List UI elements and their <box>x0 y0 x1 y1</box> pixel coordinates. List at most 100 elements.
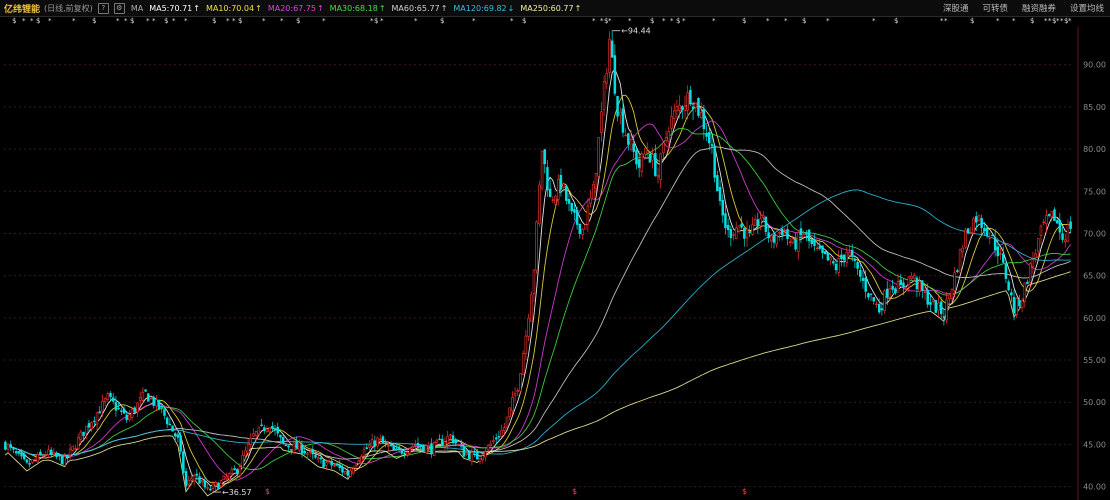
candle-body[interactable] <box>438 438 441 441</box>
candle-body[interactable] <box>923 291 927 293</box>
candle-body[interactable] <box>556 178 560 200</box>
candle-body[interactable] <box>519 373 522 392</box>
candle-body[interactable] <box>168 423 172 426</box>
candle-body[interactable] <box>1055 220 1059 224</box>
candle-body[interactable] <box>44 454 48 456</box>
candle-body[interactable] <box>211 483 215 489</box>
candle-body[interactable] <box>939 301 943 315</box>
candle-body[interactable] <box>484 451 487 458</box>
candle-body[interactable] <box>859 269 862 277</box>
candle-body[interactable] <box>227 473 231 480</box>
candle-body[interactable] <box>1018 300 1021 307</box>
candle-body[interactable] <box>492 440 495 443</box>
event-mark[interactable]: * <box>472 17 476 25</box>
candle-body[interactable] <box>20 452 23 457</box>
candle-body[interactable] <box>699 112 703 119</box>
candle-body[interactable] <box>791 238 795 243</box>
candle-body[interactable] <box>427 445 431 447</box>
candle-body[interactable] <box>945 299 948 321</box>
candle-body[interactable] <box>322 460 325 468</box>
candle-body[interactable] <box>759 218 762 227</box>
candle-body[interactable] <box>246 443 250 454</box>
candle-body[interactable] <box>176 434 180 438</box>
stock-name[interactable]: 亿纬锂能 <box>4 2 40 15</box>
candle-body[interactable] <box>834 263 838 271</box>
candle-body[interactable] <box>271 425 274 429</box>
candle-body[interactable] <box>991 234 994 237</box>
candle-body[interactable] <box>244 450 247 457</box>
event-mark[interactable]: $ <box>802 17 806 25</box>
candle-body[interactable] <box>333 465 336 467</box>
candle-body[interactable] <box>912 275 916 279</box>
candle-body[interactable] <box>494 437 498 440</box>
candle-body[interactable] <box>373 440 377 447</box>
event-mark[interactable]: * <box>226 17 230 25</box>
header-link-0[interactable]: 深股通 <box>943 2 969 14</box>
candle-body[interactable] <box>171 425 174 432</box>
candle-body[interactable] <box>174 433 177 437</box>
candle-body[interactable] <box>910 275 913 279</box>
bottom-mark[interactable]: $ <box>742 487 747 496</box>
candle-body[interactable] <box>462 445 466 457</box>
candle-body[interactable] <box>179 435 182 452</box>
candle-body[interactable] <box>527 317 530 337</box>
event-mark[interactable]: * <box>944 17 948 25</box>
candle-body[interactable] <box>697 98 700 116</box>
candle-body[interactable] <box>298 442 301 451</box>
candle-body[interactable] <box>25 459 29 463</box>
candle-body[interactable] <box>60 456 64 465</box>
candle-body[interactable] <box>203 480 207 488</box>
candle-body[interactable] <box>840 254 843 260</box>
candle-body[interactable] <box>880 308 884 311</box>
candle-body[interactable] <box>985 227 989 237</box>
candle-body[interactable] <box>721 200 724 216</box>
candle-body[interactable] <box>767 232 770 239</box>
candle-body[interactable] <box>71 445 75 451</box>
candle-body[interactable] <box>103 398 107 402</box>
candle-body[interactable] <box>594 172 598 189</box>
event-mark[interactable]: * <box>1068 17 1072 25</box>
candle-body[interactable] <box>877 304 881 313</box>
candle-body[interactable] <box>794 239 797 250</box>
candle-body[interactable] <box>1058 220 1062 233</box>
candle-body[interactable] <box>713 145 716 178</box>
candle-body[interactable] <box>756 219 760 227</box>
candle-body[interactable] <box>931 299 935 302</box>
candle-body[interactable] <box>942 316 946 318</box>
candle-body[interactable] <box>111 397 115 402</box>
candle-body[interactable] <box>505 416 509 428</box>
candle-body[interactable] <box>414 444 417 447</box>
candle-body[interactable] <box>233 468 236 471</box>
event-mark[interactable]: $ <box>894 17 898 25</box>
candle-body[interactable] <box>724 213 727 229</box>
candle-body[interactable] <box>691 106 695 110</box>
candle-body[interactable] <box>964 229 967 248</box>
candle-body[interactable] <box>254 431 258 436</box>
candle-body[interactable] <box>643 153 646 158</box>
candle-body[interactable] <box>22 453 26 460</box>
candle-body[interactable] <box>645 150 649 154</box>
event-mark[interactable]: $ <box>296 17 300 25</box>
candle-body[interactable] <box>49 449 53 455</box>
event-mark[interactable]: * <box>414 17 418 25</box>
candle-body[interactable] <box>263 427 266 431</box>
candle-body[interactable] <box>988 236 991 239</box>
candle-body[interactable] <box>748 231 751 233</box>
candle-body[interactable] <box>667 131 671 142</box>
candle-body[interactable] <box>1037 238 1040 252</box>
candle-body[interactable] <box>969 232 973 234</box>
candle-body[interactable] <box>252 433 255 437</box>
candle-body[interactable] <box>629 139 633 150</box>
candle-body[interactable] <box>459 445 463 447</box>
candle-body[interactable] <box>93 420 96 423</box>
candle-body[interactable] <box>635 150 638 165</box>
candle-body[interactable] <box>1047 214 1051 216</box>
candle-body[interactable] <box>524 335 528 355</box>
event-mark[interactable]: * <box>670 17 674 25</box>
candle-body[interactable] <box>1064 239 1067 243</box>
candlestick-chart[interactable]: 40.00 45.00 50.00 55.00 60.00 65.00 70.00 75.00… <box>0 27 1110 500</box>
candle-body[interactable] <box>36 453 39 463</box>
candle-body[interactable] <box>745 228 749 239</box>
candle-body[interactable] <box>1050 211 1054 218</box>
candle-body[interactable] <box>921 280 924 291</box>
